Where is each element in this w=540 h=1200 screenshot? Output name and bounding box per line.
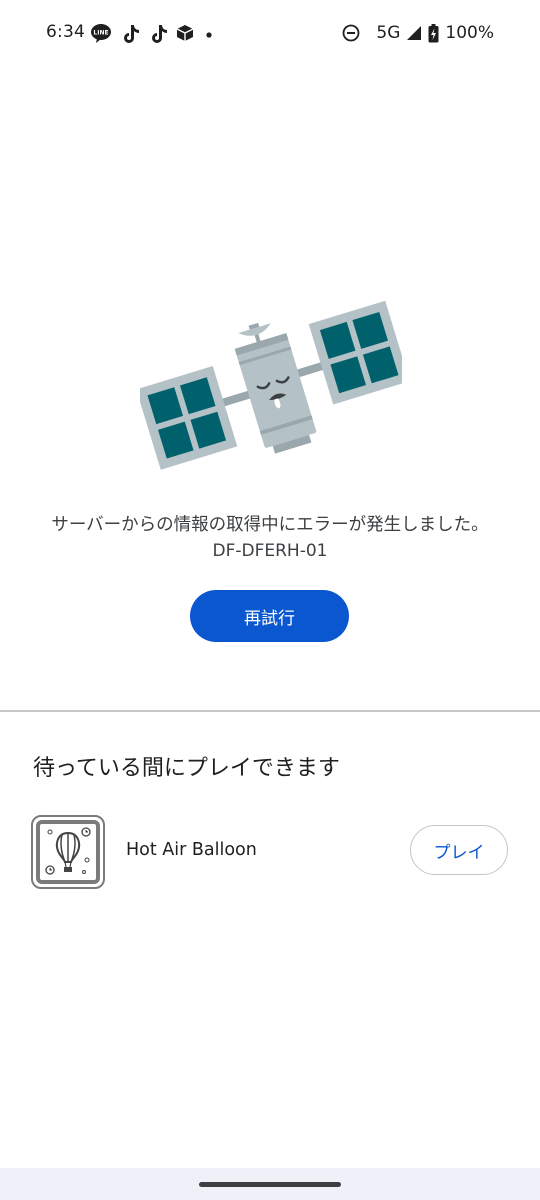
cube-app-icon	[176, 25, 194, 41]
notification-icons: LINE	[90, 22, 216, 44]
tiktok-icon	[152, 25, 167, 43]
signal-icon	[407, 26, 422, 40]
tiktok-icon	[124, 25, 139, 43]
error-code: DF-DFERH-01	[212, 541, 328, 561]
battery-percent: 100%	[445, 23, 494, 43]
error-message: サーバーからの情報の取得中にエラーが発生しました。	[51, 515, 489, 535]
svg-text:LINE: LINE	[93, 30, 108, 37]
status-time: 6:34	[46, 22, 85, 42]
home-gesture-handle[interactable]	[199, 1182, 341, 1187]
battery-charging-icon	[428, 23, 439, 42]
hot-air-balloon-game-icon[interactable]	[31, 815, 105, 889]
play-button[interactable]: プレイ	[410, 825, 508, 875]
game-name: Hot Air Balloon	[126, 840, 257, 860]
line-icon: LINE	[91, 24, 111, 43]
game-list-item[interactable]: Hot Air Balloon プレイ	[0, 812, 540, 890]
sleeping-satellite-illustration	[140, 300, 402, 470]
network-type: 5G	[376, 23, 401, 43]
dot-icon	[206, 32, 212, 38]
games-section-title: 待っている間にプレイできます	[33, 756, 340, 781]
system-status: 5G 100%	[342, 22, 494, 44]
section-divider	[0, 710, 540, 712]
dnd-icon	[342, 24, 360, 42]
right-solar-panel	[308, 300, 402, 405]
retry-button[interactable]: 再試行	[190, 590, 349, 642]
left-solar-panel	[140, 366, 238, 470]
status-bar: 6:34 LINE 5G 100%	[0, 0, 540, 66]
